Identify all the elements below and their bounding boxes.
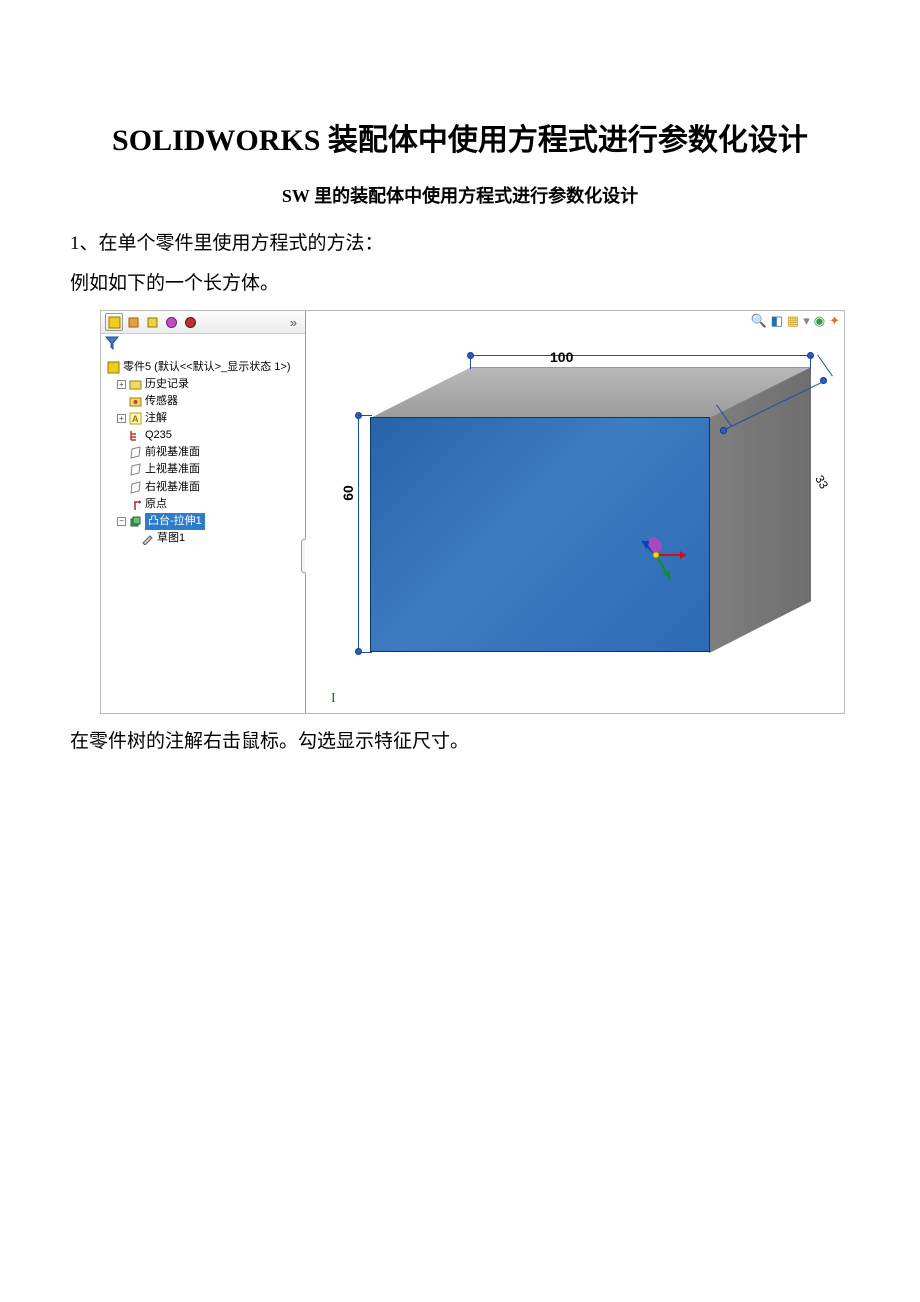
dim-endpoint[interactable] [820, 377, 827, 384]
tree-spacer [117, 500, 126, 509]
tree-spacer [117, 465, 126, 474]
sensor-icon [129, 395, 142, 408]
tree-material-label: Q235 [145, 427, 172, 444]
plane-icon [129, 481, 142, 494]
zoom-fit-icon[interactable]: 🔍 [750, 313, 766, 329]
dim-line-60 [358, 415, 359, 652]
config-tab-icon[interactable] [143, 313, 161, 331]
tree-material[interactable]: Q235 [107, 427, 305, 444]
tab-overflow-icon[interactable]: » [290, 315, 301, 330]
dim-ext-line [810, 355, 811, 369]
dim-ext-line [358, 652, 372, 653]
display-style-icon[interactable]: ▦ [787, 313, 799, 329]
collapse-icon[interactable]: − [117, 517, 126, 526]
expand-icon[interactable]: + [117, 380, 126, 389]
extrude-icon [129, 515, 142, 528]
document-title: SOLIDWORKS 装配体中使用方程式进行参数化设计 [70, 120, 850, 162]
tree-history-label: 历史记录 [145, 376, 189, 393]
dimxpert-tab-icon[interactable] [162, 313, 180, 331]
tree-spacer [117, 483, 126, 492]
tree-top-label: 上视基准面 [145, 461, 200, 478]
tree-history[interactable]: + 历史记录 [107, 376, 305, 393]
paragraph-1: 1、在单个零件里使用方程式的方法： [70, 226, 850, 262]
feature-tree-tab-icon[interactable] [105, 313, 123, 331]
feature-manager-panel: » 零件5 (默认<<默认>_显示状态 1>) + 历史记录 传感器 + A [101, 311, 306, 713]
dimension-60[interactable]: 60 [340, 485, 356, 501]
origin-triad-icon [636, 525, 696, 585]
tree-sensor[interactable]: 传感器 [107, 393, 305, 410]
tree-root-label: 零件5 (默认<<默认>_显示状态 1>) [123, 359, 291, 376]
part-icon [107, 361, 120, 374]
display-tab-icon[interactable] [181, 313, 199, 331]
annotation-icon: A [129, 412, 142, 425]
tree-right-label: 右视基准面 [145, 479, 200, 496]
tree-front-plane[interactable]: 前视基准面 [107, 444, 305, 461]
sketch-icon [141, 532, 154, 545]
dropdown-icon[interactable]: ▾ [803, 313, 810, 329]
dim-line-100 [470, 355, 810, 356]
tree-spacer [117, 397, 126, 406]
tree-feature-label: 凸台-拉伸1 [145, 513, 205, 530]
tree-top-plane[interactable]: 上视基准面 [107, 461, 305, 478]
plane-icon [129, 446, 142, 459]
appearance-icon[interactable]: ✦ [829, 313, 840, 329]
dimension-100[interactable]: 100 [550, 349, 573, 365]
history-icon [129, 378, 142, 391]
cuboid-model[interactable]: 100 60 33 [370, 355, 840, 685]
expand-icon[interactable]: + [117, 414, 126, 423]
tree-annotation[interactable]: + A 注解 [107, 410, 305, 427]
property-tab-icon[interactable] [124, 313, 142, 331]
viewport-top-icons: 🔍 ◧ ▦ ▾ ◉ ✦ [750, 313, 840, 329]
tree-origin[interactable]: 原点 [107, 496, 305, 513]
tree-right-plane[interactable]: 右视基准面 [107, 479, 305, 496]
dim-ext-line [817, 355, 833, 377]
feature-tree: 零件5 (默认<<默认>_显示状态 1>) + 历史记录 传感器 + A 注解 … [101, 357, 305, 547]
tree-sketch[interactable]: 草图1 [107, 530, 305, 547]
graphics-viewport[interactable]: 🔍 ◧ ▦ ▾ ◉ ✦ www.bdocx.com I 100 [306, 311, 844, 713]
tree-spacer [129, 534, 138, 543]
document-subtitle: SW 里的装配体中使用方程式进行参数化设计 [70, 182, 850, 208]
tree-root[interactable]: 零件5 (默认<<默认>_显示状态 1>) [107, 359, 305, 376]
tree-feature-extrude[interactable]: − 凸台-拉伸1 [107, 513, 305, 530]
material-icon [129, 429, 142, 442]
tree-sensor-label: 传感器 [145, 393, 178, 410]
origin-icon [129, 498, 142, 511]
dimension-depth[interactable]: 33 [812, 473, 831, 492]
scene-icon[interactable]: ◉ [814, 313, 825, 329]
dim-ext-line [470, 355, 471, 369]
tree-spacer [117, 448, 126, 457]
tab-strip: » [101, 311, 305, 334]
filter-icon[interactable] [105, 336, 119, 350]
solidworks-screenshot: » 零件5 (默认<<默认>_显示状态 1>) + 历史记录 传感器 + A [100, 310, 845, 714]
paragraph-2: 例如如下的一个长方体。 [70, 266, 850, 302]
text-caret: I [331, 691, 336, 707]
filter-row [101, 334, 305, 357]
view-icon[interactable]: ◧ [771, 313, 783, 329]
dim-ext-line [358, 415, 372, 416]
paragraph-3: 在零件树的注解右击鼠标。勾选显示特征尺寸。 [70, 724, 850, 760]
tree-spacer [117, 431, 126, 440]
tree-annotation-label: 注解 [145, 410, 167, 427]
tree-front-label: 前视基准面 [145, 444, 200, 461]
svg-text:A: A [132, 414, 139, 424]
plane-icon [129, 463, 142, 476]
tree-origin-label: 原点 [145, 496, 167, 513]
tree-sketch-label: 草图1 [157, 530, 185, 547]
